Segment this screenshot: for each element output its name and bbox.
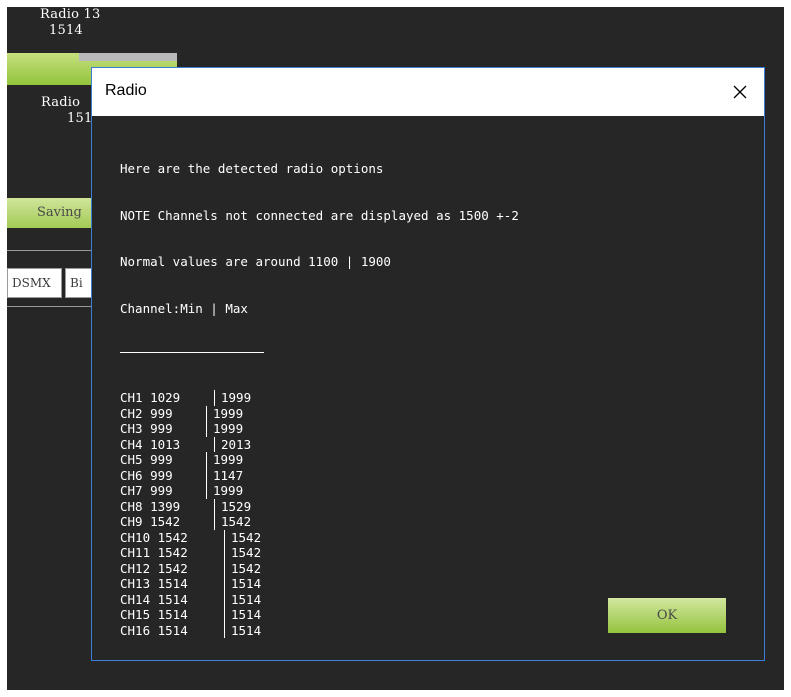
channel-separator — [224, 560, 225, 576]
channel-separator — [224, 591, 225, 607]
channel-name-min: CH16 1514 — [120, 622, 188, 638]
channel-max: 1514 — [231, 591, 262, 607]
channel-max: 1514 — [231, 622, 262, 638]
channel-name-min: CH12 1542 — [120, 560, 188, 576]
channel-max: 1542 — [221, 514, 252, 529]
channel-name-min: CH11 1542 — [120, 545, 188, 560]
channel-max: 1542 — [231, 529, 262, 545]
channel-max: 1542 — [231, 545, 262, 560]
channel-max: 1999 — [213, 452, 244, 467]
channel-max: 1529 — [221, 498, 252, 514]
channel-separator — [206, 421, 207, 437]
radio14-value: 151 — [67, 111, 93, 126]
channel-separator — [224, 607, 225, 623]
channel-row: CH9 1542 1542 — [120, 514, 519, 530]
dialog-titlebar: Radio — [92, 68, 764, 116]
channel-row: CH6 999 1147 — [120, 467, 519, 483]
channel-name-min: CH6 999 — [120, 467, 173, 483]
divider — [7, 250, 97, 251]
divider — [7, 306, 97, 307]
dialog-content: Here are the detected radio options NOTE… — [120, 130, 519, 669]
separator-rule — [120, 352, 264, 353]
channel-row: CH15 1514 1514 — [120, 607, 519, 623]
channel-name-min: CH8 1399 — [120, 498, 181, 514]
channel-separator — [206, 452, 207, 468]
channel-name-min: CH7 999 — [120, 483, 173, 498]
close-icon — [733, 85, 747, 99]
channel-row: CH11 1542 1542 — [120, 545, 519, 561]
channel-max: 1147 — [213, 467, 244, 483]
intro-line: Normal values are around 1100 | 1900 — [120, 254, 391, 269]
channel-max: 1542 — [231, 560, 262, 576]
channel-separator — [224, 622, 225, 638]
channel-row: CH2 999 1999 — [120, 405, 519, 421]
channel-separator — [206, 467, 207, 483]
channel-row: CH16 1514 1514 — [120, 622, 519, 638]
intro-line: Channel:Min | Max — [120, 300, 248, 316]
channel-row: CH5 999 1999 — [120, 452, 519, 468]
ok-button[interactable]: OK — [608, 598, 726, 633]
radio14-label: Radio — [41, 95, 81, 110]
channel-list: CH1 1029 1999 CH2 999 1999 CH3 999 1999 CH4 10… — [120, 390, 519, 638]
dialog-title: Radio — [105, 82, 147, 99]
radio13-bar-track — [79, 53, 177, 61]
channel-name-min: CH5 999 — [120, 452, 173, 467]
channel-max: 1999 — [213, 405, 244, 421]
channel-name-min: CH9 1542 — [120, 514, 181, 529]
channel-row: CH8 1399 1529 — [120, 498, 519, 514]
channel-separator — [206, 405, 207, 421]
close-button[interactable] — [716, 68, 764, 116]
channel-row: CH4 1013 2013 — [120, 436, 519, 452]
saving-button[interactable]: Saving — [7, 198, 93, 228]
channel-name-min: CH4 1013 — [120, 436, 181, 452]
channel-name-min: CH13 1514 — [120, 576, 188, 591]
radio13-label: Radio 13 — [40, 7, 101, 22]
channel-separator — [224, 545, 225, 561]
channel-max: 1514 — [231, 607, 262, 622]
channel-max: 1514 — [231, 576, 262, 591]
channel-max: 1999 — [221, 390, 252, 405]
channel-row: CH14 1514 1514 — [120, 591, 519, 607]
channel-separator — [206, 483, 207, 499]
channel-max: 2013 — [221, 436, 252, 452]
channel-row: CH1 1029 1999 — [120, 390, 519, 406]
channel-name-min: CH15 1514 — [120, 607, 188, 622]
intro-line: NOTE Channels not connected are displaye… — [120, 207, 519, 223]
channel-separator — [224, 529, 225, 545]
channel-name-min: CH10 1542 — [120, 529, 188, 545]
channel-row: CH3 999 1999 — [120, 421, 519, 437]
channel-max: 1999 — [213, 483, 244, 498]
channel-separator — [214, 436, 215, 452]
channel-row: CH12 1542 1542 — [120, 560, 519, 576]
channel-row: CH13 1514 1514 — [120, 576, 519, 592]
channel-max: 1999 — [213, 421, 244, 436]
channel-separator — [214, 514, 215, 530]
channel-name-min: CH1 1029 — [120, 390, 181, 405]
radio13-value: 1514 — [49, 23, 83, 38]
channel-separator — [214, 390, 215, 406]
intro-line: Here are the detected radio options — [120, 161, 384, 176]
channel-row: CH10 1542 1542 — [120, 529, 519, 545]
channel-name-min: CH14 1514 — [120, 591, 188, 607]
channel-name-min: CH3 999 — [120, 421, 173, 436]
channel-separator — [214, 498, 215, 514]
channel-separator — [224, 576, 225, 592]
channel-row: CH7 999 1999 — [120, 483, 519, 499]
dsmx-button[interactable]: DSMX — [7, 268, 62, 298]
radio-dialog: Radio Here are the detected radio option… — [91, 67, 765, 661]
channel-name-min: CH2 999 — [120, 405, 173, 421]
